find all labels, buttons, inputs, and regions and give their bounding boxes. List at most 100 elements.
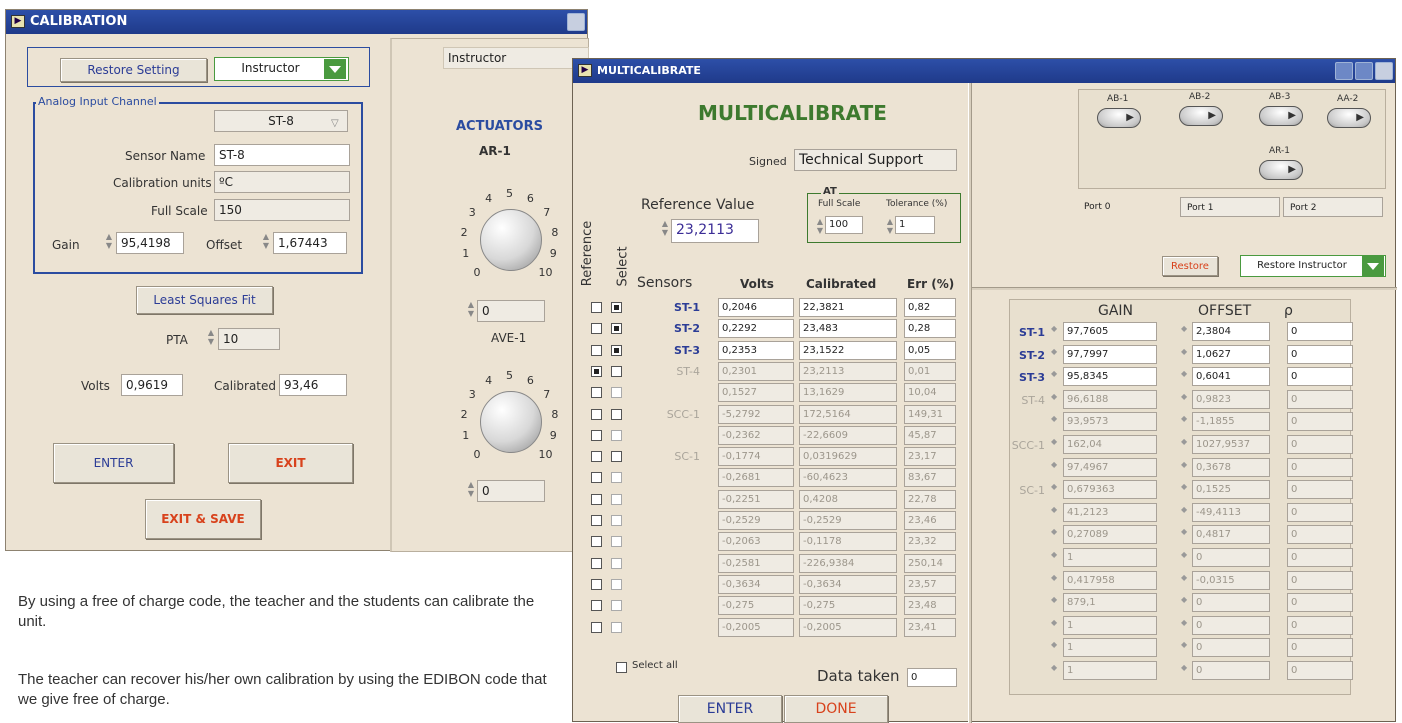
offset-spinner-icon[interactable]: ◆ [1181, 392, 1187, 401]
select-checkbox[interactable] [611, 387, 622, 399]
select-checkbox[interactable] [611, 429, 622, 441]
reference-checkbox[interactable] [591, 323, 602, 335]
select-checkbox[interactable] [611, 621, 622, 633]
exit-button[interactable]: EXIT [228, 443, 353, 483]
gain-cell[interactable]: 0,27089 [1063, 525, 1157, 545]
offset-cell[interactable]: 0 [1192, 548, 1270, 567]
toggle-switch[interactable] [1179, 106, 1223, 126]
gain-cell[interactable]: 879,1 [1063, 593, 1157, 613]
gain-cell[interactable]: 0,417958 [1063, 570, 1157, 590]
gain-cell[interactable]: 97,7997 [1063, 344, 1157, 364]
least-squares-fit-button[interactable]: Least Squares Fit [136, 286, 273, 314]
chevron-down-icon[interactable] [1362, 256, 1384, 276]
offset-spinner-icon[interactable]: ◆ [1181, 663, 1187, 672]
gain-spinner-icon[interactable]: ◆ [1051, 347, 1057, 356]
gain-field[interactable]: 95,4198 [116, 232, 184, 254]
gain-spinner-icon[interactable]: ◆ [1051, 595, 1057, 604]
select-checkbox[interactable] [611, 557, 622, 569]
reference-checkbox[interactable] [591, 387, 602, 399]
offset-cell[interactable]: 1,0627 [1192, 344, 1270, 364]
reference-checkbox[interactable] [591, 493, 602, 505]
enter-button[interactable]: ENTER [678, 695, 782, 723]
gain-cell[interactable]: 1 [1063, 638, 1157, 658]
rho-cell[interactable]: 0 [1287, 661, 1353, 680]
reference-spinner-icon[interactable]: ▲ ▼ [659, 219, 671, 239]
pta-field[interactable]: 10 [218, 328, 280, 350]
rho-cell[interactable]: 0 [1287, 480, 1353, 500]
offset-cell[interactable]: -49,4113 [1192, 502, 1270, 522]
rho-cell[interactable]: 0 [1287, 525, 1353, 545]
gain-spinner-icon[interactable]: ◆ [1051, 324, 1057, 333]
gain-cell[interactable]: 96,6188 [1063, 389, 1157, 409]
offset-spinner-icon[interactable]: ◆ [1181, 414, 1187, 423]
reference-checkbox[interactable] [591, 365, 602, 377]
rho-cell[interactable]: 0 [1287, 389, 1353, 409]
triangle-down-icon[interactable]: ▽ [331, 118, 339, 129]
rho-cell[interactable]: 0 [1287, 412, 1353, 432]
rho-cell[interactable]: 0 [1287, 638, 1353, 658]
gain-cell[interactable]: 95,8345 [1063, 367, 1157, 387]
offset-spinner-icon[interactable]: ◆ [1181, 369, 1187, 378]
gain-cell[interactable]: 1 [1063, 615, 1157, 635]
select-checkbox[interactable] [611, 365, 622, 377]
channel-select[interactable]: ST-8 [214, 110, 348, 132]
select-checkbox[interactable] [611, 451, 622, 463]
select-checkbox[interactable] [611, 578, 622, 590]
offset-spinner-icon[interactable]: ◆ [1181, 437, 1187, 446]
tolerance-field[interactable]: 1 [895, 216, 935, 234]
offset-spinner-icon[interactable]: ▲ ▼ [260, 232, 272, 252]
gain-spinner-icon[interactable]: ◆ [1051, 414, 1057, 423]
gain-spinner-icon[interactable]: ◆ [1051, 482, 1057, 491]
reference-checkbox[interactable] [591, 451, 602, 463]
toggle-switch[interactable] [1097, 108, 1141, 128]
enter-button[interactable]: ENTER [53, 443, 174, 483]
rho-cell[interactable]: 0 [1287, 322, 1353, 341]
offset-cell[interactable]: 0,6041 [1192, 367, 1270, 387]
ar1-knob[interactable] [480, 209, 542, 271]
maximize-icon[interactable] [1355, 62, 1373, 80]
select-checkbox[interactable] [611, 600, 622, 612]
knob1-spinner-icon[interactable]: ▲ ▼ [465, 300, 477, 320]
toggle-switch[interactable] [1259, 160, 1303, 180]
rho-cell[interactable]: 0 [1287, 344, 1353, 364]
signed-field[interactable]: Technical Support [794, 149, 957, 171]
select-checkbox[interactable] [611, 344, 622, 356]
offset-spinner-icon[interactable]: ◆ [1181, 347, 1187, 356]
offset-cell[interactable]: 0 [1192, 638, 1270, 658]
gain-spinner-icon[interactable]: ◆ [1051, 550, 1057, 559]
gain-spinner-icon[interactable]: ◆ [1051, 392, 1057, 401]
done-button[interactable]: DONE [784, 695, 888, 723]
reference-checkbox[interactable] [591, 429, 602, 441]
offset-spinner-icon[interactable]: ◆ [1181, 527, 1187, 536]
knob2-value-field[interactable]: 0 [477, 480, 545, 502]
reference-checkbox[interactable] [591, 578, 602, 590]
toggle-switch[interactable] [1327, 108, 1371, 128]
offset-cell[interactable]: 0 [1192, 661, 1270, 680]
gain-spinner-icon[interactable]: ◆ [1051, 460, 1057, 469]
select-checkbox[interactable] [611, 493, 622, 505]
gain-spinner-icon[interactable]: ◆ [1051, 437, 1057, 446]
offset-spinner-icon[interactable]: ◆ [1181, 505, 1187, 514]
reference-value-field[interactable]: 23,2113 [671, 219, 759, 243]
offset-spinner-icon[interactable]: ◆ [1181, 640, 1187, 649]
sensor-name-field[interactable]: ST-8 [214, 144, 350, 166]
select-checkbox[interactable] [611, 302, 622, 313]
select-checkbox[interactable] [611, 536, 622, 548]
gain-cell[interactable]: 97,4967 [1063, 457, 1157, 477]
minimize-icon[interactable] [1335, 62, 1353, 80]
rho-cell[interactable]: 0 [1287, 457, 1353, 477]
offset-cell[interactable]: 1027,9537 [1192, 435, 1270, 454]
select-checkbox[interactable] [611, 323, 622, 335]
offset-cell[interactable]: 2,3804 [1192, 322, 1270, 341]
pta-spinner-icon[interactable]: ▲ ▼ [205, 328, 217, 348]
select-checkbox[interactable] [611, 515, 622, 526]
gain-spinner-icon[interactable]: ◆ [1051, 640, 1057, 649]
reference-checkbox[interactable] [591, 515, 602, 526]
chevron-down-icon[interactable] [324, 59, 346, 79]
offset-spinner-icon[interactable]: ◆ [1181, 324, 1187, 333]
offset-cell[interactable]: -0,0315 [1192, 570, 1270, 590]
reference-checkbox[interactable] [591, 557, 602, 569]
reference-checkbox[interactable] [591, 621, 602, 633]
offset-spinner-icon[interactable]: ◆ [1181, 482, 1187, 491]
reference-checkbox[interactable] [591, 600, 602, 612]
